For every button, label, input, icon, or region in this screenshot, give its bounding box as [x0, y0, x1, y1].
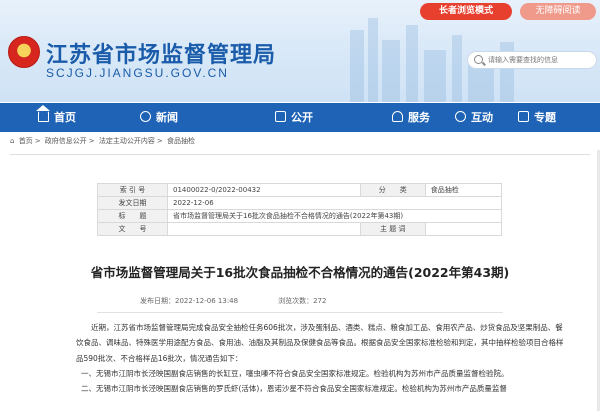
topic-icon	[518, 111, 529, 122]
article-paragraph: 近期，江苏省市场监督管理局完成食品安全抽检任务606批次，涉及蛋制品、酒类、糕点…	[76, 323, 564, 363]
meta-docno-value	[167, 222, 361, 236]
article-paragraph: 二、无锡市江阴市长泾映国副食店销售的罗氏虾(活体)，恩诺沙星不符合食品安全国家标…	[81, 384, 507, 394]
breadcrumb-gov-info[interactable]: 政府信息公开	[45, 137, 87, 145]
meta-index-value: 01400022-0/2022-00432	[167, 183, 361, 197]
site-header: 长者浏览模式 无障碍阅读 ★ 江苏省市场监督管理局 SCJGJ.JIANGSU.…	[0, 0, 600, 102]
breadcrumb-legal-content[interactable]: 法定主动公开内容	[99, 137, 155, 145]
breadcrumb-separator: >	[88, 137, 95, 145]
elder-mode-button[interactable]: 长者浏览模式	[420, 3, 512, 20]
nav-item-home[interactable]: 首页	[36, 103, 76, 132]
service-icon	[392, 111, 403, 122]
document-meta-table: 索 引 号 01400022-0/2022-00432 分 类 食品抽检 发文日…	[97, 183, 503, 236]
publish-info: 发布日期：2022-12-06 13:48 浏览次数：272	[140, 296, 326, 306]
site-domain: SCJGJ.JIANGSU.GOV.CN	[46, 66, 229, 80]
nav-label: 服务	[408, 111, 430, 124]
meta-index-label: 索 引 号	[97, 183, 168, 197]
emblem-star: ★	[20, 44, 30, 57]
search-box[interactable]	[467, 51, 597, 69]
news-icon	[140, 111, 151, 122]
nav-item-news[interactable]: 新闻	[140, 103, 178, 132]
main-nav: 首页 新闻 公开 服务 互动 专题	[0, 103, 600, 132]
breadcrumb-food-sampling[interactable]: 食品抽检	[167, 137, 195, 145]
breadcrumb-home[interactable]: 首页	[19, 137, 33, 145]
nav-label: 互动	[471, 111, 493, 124]
nav-item-topic[interactable]: 专题	[518, 103, 556, 132]
national-emblem-logo: ★	[8, 36, 40, 68]
interact-icon	[455, 111, 466, 122]
site-title[interactable]: 江苏省市场监督管理局	[46, 37, 276, 69]
nav-item-open[interactable]: 公开	[275, 103, 313, 132]
publish-time: 发布日期：2022-12-06 13:48	[140, 297, 239, 305]
divider	[97, 312, 503, 313]
nav-item-service[interactable]: 服务	[392, 103, 430, 132]
search-input[interactable]	[488, 53, 593, 67]
breadcrumb-separator: >	[156, 137, 163, 145]
meta-title-label: 标 题	[97, 209, 168, 223]
meta-subject-label: 主 题 词	[359, 222, 426, 236]
meta-title-value: 省市场监督管理局关于16批次食品抽检不合格情况的通告(2022年第43期)	[167, 209, 502, 223]
meta-subject-value	[424, 222, 503, 236]
article-body: 近期，江苏省市场监督管理局完成食品安全抽检任务606批次，涉及蛋制品、酒类、糕点…	[76, 320, 566, 396]
meta-date-label: 发文日期	[97, 196, 168, 210]
accessible-reading-button[interactable]: 无障碍阅读	[520, 3, 596, 20]
article-title: 省市场监督管理局关于16批次食品抽检不合格情况的通告(2022年第43期)	[90, 265, 510, 280]
nav-label: 公开	[291, 111, 313, 124]
search-icon[interactable]	[474, 55, 483, 64]
home-icon	[36, 105, 50, 122]
divider	[10, 154, 590, 155]
article-paragraph: 一、无锡市江阴市长泾映国副食店销售的长缸豆，噻虫嗪不符合食品安全国家标准规定。检…	[81, 368, 509, 378]
meta-category-value: 食品抽检	[424, 183, 503, 197]
nav-label: 专题	[534, 111, 556, 124]
meta-docno-label: 文 号	[97, 222, 168, 236]
nav-label: 首页	[54, 111, 76, 124]
nav-label: 新闻	[156, 111, 178, 124]
meta-date-value: 2022-12-06	[167, 196, 502, 210]
location-icon: ⌂	[10, 137, 15, 145]
breadcrumb-separator: >	[34, 137, 41, 145]
nav-item-interact[interactable]: 互动	[455, 103, 493, 132]
view-count: 浏览次数：272	[278, 297, 327, 305]
breadcrumb: ⌂ 首页 > 政府信息公开 > 法定主动公开内容 > 食品抽检	[10, 136, 197, 146]
meta-category-label: 分 类	[359, 183, 426, 197]
open-icon	[275, 111, 286, 122]
